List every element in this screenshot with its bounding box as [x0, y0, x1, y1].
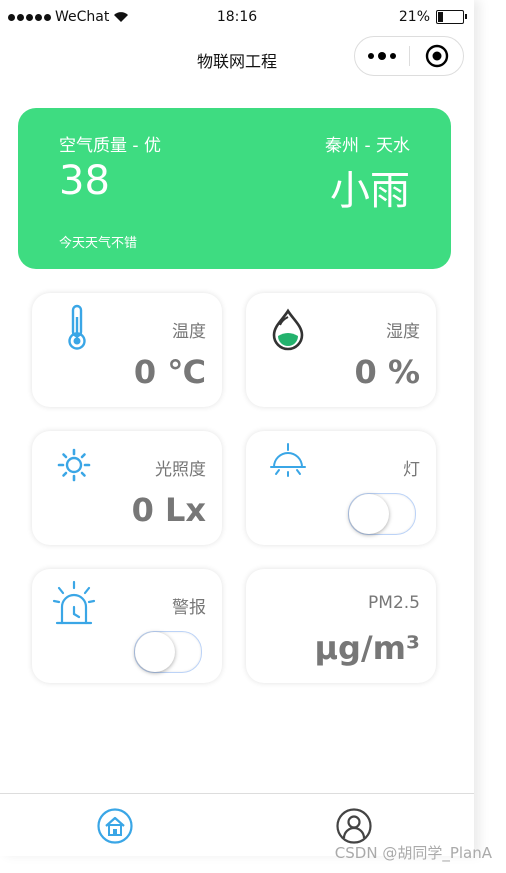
- toggle-knob: [135, 632, 175, 672]
- pm25-card: PM2.5 μg/m³: [246, 569, 436, 683]
- battery-percent: 21%: [398, 9, 430, 25]
- temperature-label: 温度: [172, 322, 206, 342]
- light-value: 0 Lx: [131, 491, 206, 529]
- watermark: CSDN @胡同学_PlanA: [334, 844, 492, 862]
- weather-condition: 小雨: [330, 168, 410, 214]
- phone-frame: WeChat 18:16 21% 物联网工程 空气质量 - 优 38 今天天气不…: [0, 0, 474, 856]
- air-quality-label: 空气质量 - 优: [59, 136, 161, 156]
- thermometer-icon: [68, 304, 86, 350]
- humidity-value: 0 %: [354, 353, 420, 391]
- alarm-card: 警报: [32, 569, 222, 683]
- miniprogram-capsule: [354, 36, 464, 76]
- toggle-knob: [349, 494, 389, 534]
- user-icon: [336, 808, 372, 844]
- weather-tip: 今天天气不错: [59, 236, 138, 251]
- navigation-bar: 物联网工程: [0, 36, 474, 82]
- more-options-button[interactable]: [355, 37, 409, 75]
- lamp-label: 灯: [403, 460, 420, 480]
- alarm-toggle[interactable]: [134, 631, 202, 673]
- humidity-label: 湿度: [386, 322, 420, 342]
- target-icon: [425, 44, 448, 68]
- battery-icon: [436, 10, 467, 24]
- aqi-value: 38: [59, 158, 110, 204]
- sun-icon: [57, 448, 91, 482]
- location-label: 秦州 - 天水: [325, 136, 410, 156]
- water-drop-icon: [272, 308, 304, 351]
- temperature-value: 0 ℃: [133, 353, 206, 391]
- lamp-toggle[interactable]: [348, 493, 416, 535]
- home-icon: [97, 808, 133, 844]
- weather-card: 空气质量 - 优 38 今天天气不错 秦州 - 天水 小雨: [18, 108, 451, 269]
- lamp-icon: [270, 443, 306, 477]
- close-miniprogram-button[interactable]: [410, 37, 463, 75]
- pm25-label: PM2.5: [368, 593, 420, 613]
- lamp-card: 灯: [246, 431, 436, 545]
- battery-status: 21%: [398, 9, 467, 25]
- tab-profile[interactable]: [336, 808, 372, 844]
- status-bar: WeChat 18:16 21%: [0, 0, 474, 36]
- light-label: 光照度: [155, 460, 206, 480]
- alarm-label: 警报: [172, 598, 206, 618]
- light-card: 光照度 0 Lx: [32, 431, 222, 545]
- temperature-card: 温度 0 ℃: [32, 293, 222, 407]
- humidity-card: 湿度 0 %: [246, 293, 436, 407]
- tab-home[interactable]: [97, 808, 133, 844]
- pm25-value: μg/m³: [314, 629, 421, 667]
- alarm-light-icon: [52, 580, 96, 625]
